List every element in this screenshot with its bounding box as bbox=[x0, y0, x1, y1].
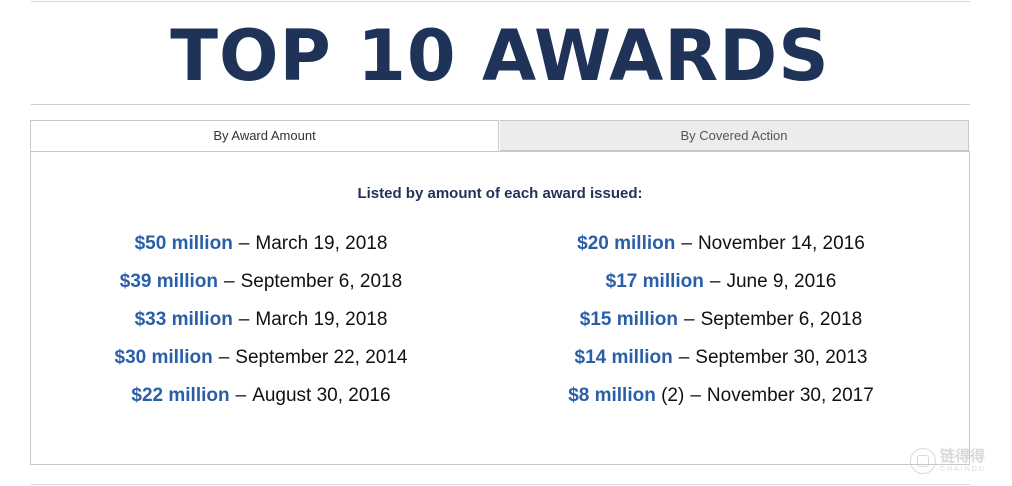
award-date: September 30, 2013 bbox=[695, 347, 868, 368]
award-date: March 19, 2018 bbox=[255, 309, 388, 330]
separator: – bbox=[238, 233, 250, 254]
separator: – bbox=[678, 347, 690, 368]
award-amount: $30 million bbox=[114, 347, 213, 368]
top-divider bbox=[31, 1, 970, 2]
award-row: $33 million – March 19, 2018 bbox=[61, 306, 461, 344]
award-note: (2) bbox=[661, 385, 685, 406]
award-row: $30 million – September 22, 2014 bbox=[61, 344, 461, 382]
award-row: $20 million – November 14, 2016 bbox=[511, 230, 931, 268]
tab-by-award-amount[interactable]: By Award Amount bbox=[30, 120, 499, 151]
award-amount: $33 million bbox=[134, 309, 233, 330]
awards-left-column: $50 million – March 19, 2018 $39 million – S… bbox=[61, 230, 461, 420]
watermark-name: 链得得 bbox=[940, 447, 986, 465]
bottom-divider bbox=[31, 484, 970, 485]
award-amount: $14 million bbox=[574, 347, 673, 368]
award-row: $8 million (2) – November 30, 2017 bbox=[511, 382, 931, 420]
award-amount: $17 million bbox=[605, 271, 704, 292]
separator: – bbox=[235, 385, 247, 406]
award-date: September 22, 2014 bbox=[235, 347, 408, 368]
panel-subheading: Listed by amount of each award issued: bbox=[357, 185, 643, 202]
awards-panel: Listed by amount of each award issued: $… bbox=[30, 151, 970, 465]
award-row: $39 million – September 6, 2018 bbox=[61, 268, 461, 306]
award-amount: $50 million bbox=[134, 233, 233, 254]
chaindd-logo-icon bbox=[910, 448, 936, 474]
separator: – bbox=[684, 309, 695, 330]
award-row: $50 million – March 19, 2018 bbox=[61, 230, 461, 268]
award-amount: $15 million bbox=[579, 309, 678, 330]
awards-right-column: $20 million – November 14, 2016 $17 millio… bbox=[511, 230, 931, 420]
page-title: TOP 10 AWARDS bbox=[170, 15, 830, 97]
separator: – bbox=[224, 271, 235, 292]
award-date: June 9, 2016 bbox=[726, 271, 837, 292]
tab-by-covered-action[interactable]: By Covered Action bbox=[500, 120, 969, 151]
award-date: August 30, 2016 bbox=[252, 385, 391, 406]
award-date: September 6, 2018 bbox=[700, 309, 863, 330]
separator: – bbox=[238, 309, 250, 330]
watermark: 链得得 CHAINDD bbox=[910, 446, 1006, 476]
separator: – bbox=[218, 347, 230, 368]
award-amount: $39 million bbox=[119, 271, 218, 292]
award-row: $22 million – August 30, 2016 bbox=[61, 382, 461, 420]
separator: – bbox=[690, 385, 701, 406]
award-row: $17 million – June 9, 2016 bbox=[511, 268, 931, 306]
separator: – bbox=[681, 233, 692, 254]
award-date: September 6, 2018 bbox=[240, 271, 403, 292]
watermark-sub: CHAINDD bbox=[940, 465, 986, 473]
award-date: November 30, 2017 bbox=[706, 385, 874, 406]
award-date: March 19, 2018 bbox=[255, 233, 388, 254]
award-amount: $20 million bbox=[577, 233, 676, 254]
award-row: $14 million – September 30, 2013 bbox=[511, 344, 931, 382]
award-row: $15 million – September 6, 2018 bbox=[511, 306, 931, 344]
title-divider bbox=[31, 104, 970, 105]
award-amount: $8 million bbox=[568, 385, 656, 406]
award-amount: $22 million bbox=[131, 385, 230, 406]
tab-bar: By Award Amount By Covered Action bbox=[30, 120, 970, 152]
award-date: November 14, 2016 bbox=[697, 233, 865, 254]
watermark-text: 链得得 CHAINDD bbox=[940, 447, 986, 474]
separator: – bbox=[709, 271, 721, 292]
